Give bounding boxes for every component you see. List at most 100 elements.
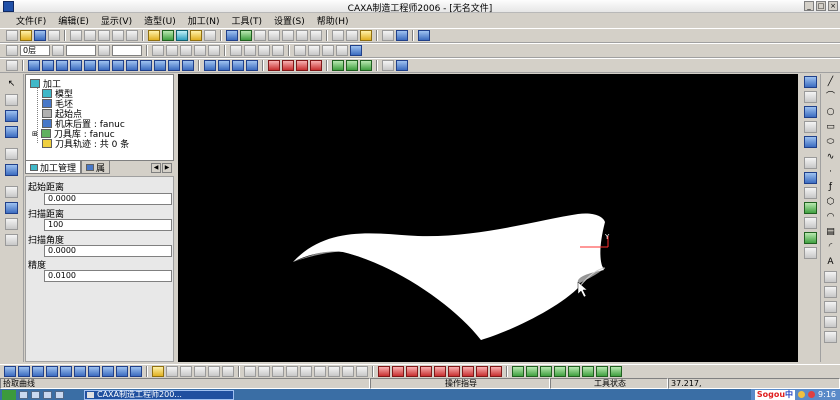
attribute-icon[interactable] [152, 45, 164, 56]
path-tool-icon[interactable] [392, 366, 404, 377]
trim-tool-icon[interactable] [244, 366, 256, 377]
hatch-icon[interactable]: ▤ [824, 226, 837, 238]
quick-launch-icon[interactable] [55, 390, 64, 399]
maximize-button[interactable]: □ [816, 1, 826, 11]
select-arrow-icon[interactable]: ↖ [5, 78, 18, 90]
edit-tool-icon[interactable] [166, 366, 178, 377]
curve-icon[interactable] [396, 60, 408, 71]
surface-tool-icon[interactable] [803, 187, 817, 199]
linetype-select[interactable] [112, 45, 142, 56]
path-tool-icon[interactable] [406, 366, 418, 377]
tab-machining-manager[interactable]: 加工管理 [25, 161, 82, 174]
precision-input[interactable]: 0.0100 [44, 270, 172, 282]
transform-tool-icon[interactable] [46, 366, 58, 377]
trim-icon[interactable] [824, 286, 837, 298]
zoom-in-icon[interactable] [268, 30, 280, 41]
cut-extrude-icon[interactable] [84, 60, 96, 71]
pattern-icon[interactable] [268, 60, 280, 71]
menu-settings[interactable]: 设置(S) [268, 14, 311, 27]
mirror-icon[interactable] [282, 60, 294, 71]
layer-manager-icon[interactable] [6, 45, 18, 56]
edit-tool-icon[interactable] [222, 366, 234, 377]
surface-edit-icon[interactable] [540, 366, 552, 377]
window-icon[interactable] [226, 30, 238, 41]
surface-edit-icon[interactable] [554, 366, 566, 377]
copy-icon[interactable] [84, 30, 96, 41]
ime-indicator[interactable]: Sogou中 [754, 389, 796, 400]
attribute-icon[interactable] [194, 45, 206, 56]
path-tool-icon[interactable] [378, 366, 390, 377]
close-button[interactable]: × [828, 1, 838, 11]
path-tool-icon[interactable] [462, 366, 474, 377]
transform-tool-icon[interactable] [32, 366, 44, 377]
function-curve-icon[interactable]: ƒ [824, 181, 837, 193]
polygon-icon[interactable]: ⬡ [824, 196, 837, 208]
color-select[interactable] [66, 45, 96, 56]
surface-edit-icon[interactable] [512, 366, 524, 377]
expand-plus-icon[interactable]: ⊞ [32, 130, 38, 138]
draft-icon[interactable] [218, 60, 230, 71]
menu-help[interactable]: 帮助(H) [311, 14, 355, 27]
display-icon[interactable] [294, 45, 306, 56]
paste-icon[interactable] [98, 30, 110, 41]
light-icon[interactable] [148, 30, 160, 41]
edit-tool-icon[interactable] [152, 366, 164, 377]
scan-angle-input[interactable]: 0.0000 [44, 245, 172, 257]
menu-machining[interactable]: 加工(N) [182, 14, 226, 27]
transform-tool-icon[interactable] [4, 366, 16, 377]
quick-launch-icon[interactable] [43, 390, 52, 399]
display-icon[interactable] [272, 45, 284, 56]
trim-tool-icon[interactable] [328, 366, 340, 377]
circle-icon[interactable]: ○ [824, 106, 837, 118]
layer-select[interactable]: 0层 [20, 45, 50, 56]
quick-launch-icon[interactable] [19, 390, 28, 399]
cut-loft-icon[interactable] [126, 60, 138, 71]
undo-icon[interactable] [112, 30, 124, 41]
path-tool-icon[interactable] [490, 366, 502, 377]
line-icon[interactable]: ╱ [824, 76, 837, 88]
menu-tools[interactable]: 工具(T) [226, 14, 269, 27]
save-file-icon[interactable] [34, 30, 46, 41]
transform-tool-icon[interactable] [102, 366, 114, 377]
open-file-icon[interactable] [20, 30, 32, 41]
linetype-icon[interactable] [98, 45, 110, 56]
menu-file[interactable]: 文件(F) [10, 14, 52, 27]
simulate-icon[interactable] [5, 234, 18, 246]
refresh-icon[interactable] [240, 30, 252, 41]
hole-icon[interactable] [232, 60, 244, 71]
layer-icon[interactable] [190, 30, 202, 41]
shaded-icon[interactable] [360, 30, 372, 41]
sweep-icon[interactable] [56, 60, 68, 71]
transform-tool-icon[interactable] [116, 366, 128, 377]
layer-tool-icon[interactable] [5, 148, 18, 160]
break-icon[interactable] [824, 301, 837, 313]
view-direction-icon[interactable] [396, 30, 408, 41]
trim-tool-icon[interactable] [286, 366, 298, 377]
tab-scroll-right-button[interactable]: ▶ [162, 162, 172, 173]
revolve-icon[interactable] [42, 60, 54, 71]
point-icon[interactable]: · [824, 166, 837, 178]
edit-icon[interactable] [5, 94, 18, 106]
taskbar-app-button[interactable]: CAXA制造工程师200... [84, 389, 234, 400]
boolean-icon[interactable] [346, 60, 358, 71]
edit-tool-icon[interactable] [194, 366, 206, 377]
pencil-icon[interactable] [418, 30, 430, 41]
transform-tool-icon[interactable] [130, 366, 142, 377]
trim-tool-icon[interactable] [272, 366, 284, 377]
erase-icon[interactable] [824, 331, 837, 343]
path-tool-icon[interactable] [448, 366, 460, 377]
transform-icon[interactable] [162, 30, 174, 41]
curve-tool-icon[interactable] [803, 106, 817, 118]
tray-status-icon[interactable] [798, 391, 806, 398]
surface-edit-icon[interactable] [596, 366, 608, 377]
filter-icon[interactable] [176, 30, 188, 41]
fillet-icon[interactable] [168, 60, 180, 71]
path-tool-icon[interactable] [420, 366, 432, 377]
trim-tool-icon[interactable] [342, 366, 354, 377]
query-icon[interactable] [5, 186, 18, 198]
hidden-line-icon[interactable] [346, 30, 358, 41]
text-icon[interactable]: A [824, 256, 837, 268]
trim-tool-icon[interactable] [314, 366, 326, 377]
minimize-button[interactable]: _ [804, 1, 814, 11]
cut-sweep-icon[interactable] [112, 60, 124, 71]
